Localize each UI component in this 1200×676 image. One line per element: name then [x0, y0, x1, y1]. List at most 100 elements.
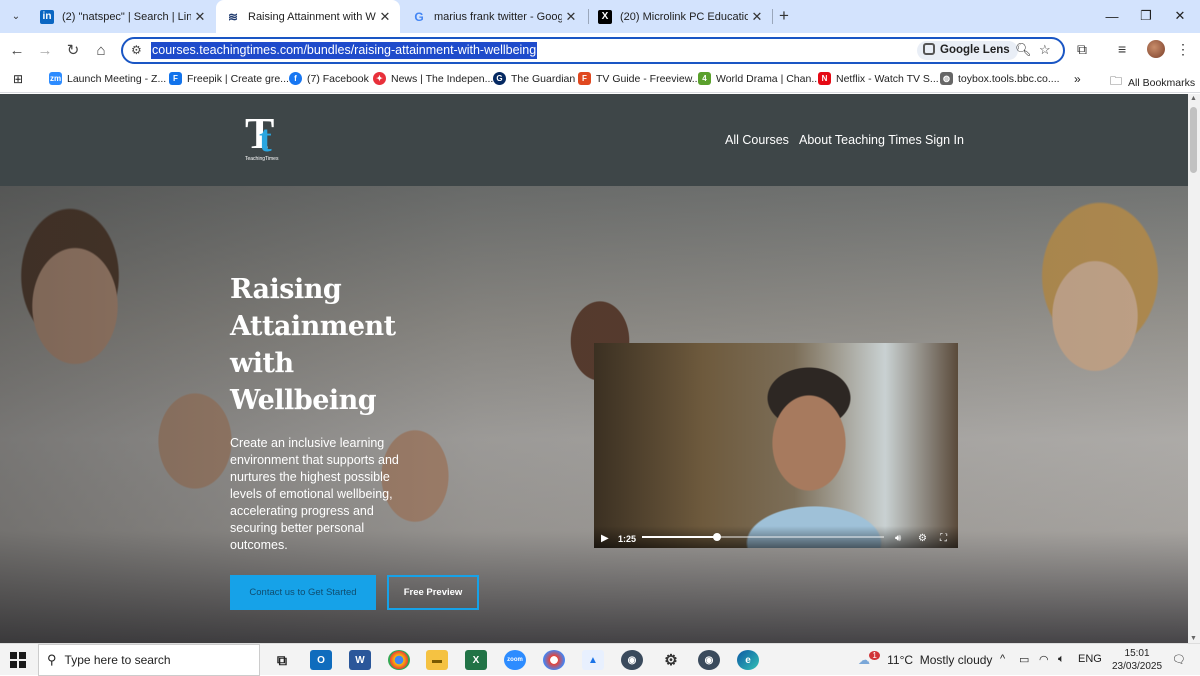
tab-title: (20) Microlink PC Education on — [620, 10, 748, 23]
nav-about-teaching-times[interactable]: About Teaching Times — [799, 133, 922, 147]
bookmark-toybox[interactable]: ◍ toybox.tools.bbc.co.... — [940, 72, 1060, 85]
bookmark-label: Freepik | Create gre... — [187, 72, 289, 85]
task-view-icon[interactable]: ⧉ — [271, 650, 293, 670]
clock[interactable]: 15:01 23/03/2025 — [1112, 647, 1162, 673]
photos-icon[interactable]: ▲ — [582, 650, 604, 670]
tab-linkedin[interactable]: in (2) "natspec" | Search | LinkedIn ✕ — [30, 0, 215, 33]
apps-icon[interactable]: ⊞ — [13, 72, 23, 86]
scroll-up-icon[interactable]: ▲ — [1190, 95, 1197, 102]
settings-icon[interactable]: ⚙ — [918, 533, 927, 544]
zoom-app-icon[interactable]: zoom — [504, 650, 526, 670]
scroll-down-icon[interactable]: ▼ — [1190, 635, 1197, 642]
teachingtimes-logo[interactable]: T t TeachingTimes — [243, 112, 289, 164]
bookmark-facebook[interactable]: f (7) Facebook — [289, 72, 369, 85]
reading-list-icon[interactable]: ≡ — [1118, 41, 1126, 57]
language-indicator[interactable]: ENG — [1078, 653, 1102, 665]
web-page: T t TeachingTimes All Courses About Teac… — [0, 94, 1188, 643]
bookmark-star-icon[interactable]: ☆ — [1039, 42, 1051, 58]
tab-title: (2) "natspec" | Search | LinkedIn — [62, 10, 191, 23]
zoom-magnifier-icon[interactable]: 🔍︎ — [1015, 42, 1032, 58]
outlook-icon[interactable]: O — [310, 650, 332, 670]
x-icon: X — [598, 9, 612, 24]
edge-icon[interactable]: e — [737, 650, 759, 670]
close-tab-icon[interactable]: ✕ — [562, 9, 580, 25]
bookmark-label: News | The Indepen... — [391, 72, 494, 85]
video-progress-bar[interactable] — [642, 533, 884, 541]
free-preview-button[interactable]: Free Preview — [387, 575, 479, 610]
close-tab-icon[interactable]: ✕ — [376, 9, 394, 25]
video-player[interactable]: ▶ 1:25 🔊︎ ⚙ ⛶ — [594, 343, 958, 548]
google-lens-button[interactable]: Google Lens — [917, 41, 1018, 60]
bookmark-guardian[interactable]: G The Guardian — [493, 72, 575, 85]
profile-avatar[interactable] — [1147, 40, 1165, 58]
bookmark-freepik[interactable]: F Freepik | Create gre... — [169, 72, 289, 85]
tab-search-icon[interactable]: ⌄ — [8, 8, 24, 24]
tab-google[interactable]: G marius frank twitter - Google Se ✕ — [402, 0, 586, 33]
video-scrubber[interactable] — [713, 533, 722, 541]
chrome-icon[interactable] — [388, 650, 410, 670]
camera-icon[interactable]: ◉ — [621, 650, 643, 670]
taskbar-search[interactable]: ⚲ Type here to search — [38, 644, 260, 676]
reload-button[interactable]: ↻ — [62, 39, 84, 61]
site-header: T t TeachingTimes All Courses About Teac… — [0, 94, 1188, 186]
back-button[interactable]: ← — [6, 39, 28, 61]
restore-button[interactable]: ❐ — [1133, 4, 1159, 28]
bookmark-netflix[interactable]: N Netflix - Watch TV S... — [818, 72, 939, 85]
settings-gear-icon[interactable]: ⚙ — [660, 650, 682, 670]
wifi-icon[interactable]: ◠ — [1039, 653, 1049, 666]
bookmark-channel4[interactable]: 4 World Drama | Chan... — [698, 72, 820, 85]
weather-text: 11°C Mostly cloudy — [887, 653, 993, 667]
weather-widget[interactable]: ☁ 1 11°C Mostly cloudy — [858, 651, 993, 667]
tab-title: Raising Attainment with Wellbe — [248, 10, 376, 23]
logo-caption: TeachingTimes — [245, 156, 279, 162]
close-tab-icon[interactable]: ✕ — [191, 9, 209, 25]
freepik-icon: F — [169, 72, 182, 85]
video-controls: ▶ 1:25 🔊︎ ⚙ ⛶ — [594, 526, 958, 548]
play-icon[interactable]: ▶ — [601, 533, 609, 544]
windows-start-icon[interactable] — [10, 652, 26, 668]
bookmark-independent[interactable]: ✦ News | The Indepen... — [373, 72, 493, 85]
show-hidden-icons[interactable]: ^ — [1000, 653, 1005, 665]
windows-taskbar: ⚲ Type here to search ⧉ O W ▬ X zoom ▲ ◉… — [0, 643, 1200, 676]
close-window-button[interactable]: ✕ — [1167, 4, 1193, 28]
scroll-thumb[interactable] — [1190, 107, 1197, 173]
forward-button[interactable]: → — [34, 39, 56, 61]
bookmark-zoom[interactable]: zm Launch Meeting - Z... — [49, 72, 166, 85]
page-scrollbar[interactable]: ▲ ▼ — [1188, 94, 1200, 643]
netflix-icon: N — [818, 72, 831, 85]
search-placeholder: Type here to search — [64, 653, 171, 667]
minimize-button[interactable]: — — [1099, 4, 1125, 28]
excel-icon[interactable]: X — [465, 650, 487, 670]
menu-icon[interactable]: ⋮ — [1176, 41, 1190, 58]
fullscreen-icon[interactable]: ⛶ — [940, 533, 947, 544]
volume-icon[interactable]: 🔊︎ — [895, 533, 901, 544]
camera-2-icon[interactable]: ◉ — [698, 650, 720, 670]
url-text[interactable]: courses.teachingtimes.com/bundles/raisin… — [151, 42, 538, 59]
more-bookmarks-icon[interactable]: » — [1074, 72, 1081, 86]
bookmark-label: toybox.tools.bbc.co.... — [958, 72, 1060, 85]
extensions-icon[interactable]: ⧉ — [1077, 41, 1087, 58]
freeview-icon: F — [578, 72, 591, 85]
address-bar[interactable]: ⚙ courses.teachingtimes.com/bundles/rais… — [121, 37, 1065, 64]
independent-icon: ✦ — [373, 72, 386, 85]
contact-button[interactable]: Contact us to Get Started — [230, 575, 376, 610]
home-button[interactable]: ⌂ — [90, 39, 112, 61]
nav-sign-in[interactable]: Sign In — [925, 133, 964, 147]
all-bookmarks[interactable]: 🗀 All Bookmarks — [1110, 72, 1195, 93]
clock-date: 23/03/2025 — [1112, 661, 1163, 672]
bookmark-label: World Drama | Chan... — [716, 72, 821, 85]
close-tab-icon[interactable]: ✕ — [748, 9, 766, 25]
tab-x[interactable]: X (20) Microlink PC Education on ✕ — [588, 0, 772, 33]
notifications-icon[interactable]: 🗨 — [1172, 653, 1186, 666]
word-icon[interactable]: W — [349, 650, 371, 670]
nav-all-courses[interactable]: All Courses — [725, 133, 789, 147]
bookmark-freeview[interactable]: F TV Guide - Freeview... — [578, 72, 700, 85]
file-explorer-icon[interactable]: ▬ — [426, 650, 448, 670]
speaker-icon[interactable]: 🔈︎ — [1058, 653, 1065, 666]
site-info-icon[interactable]: ⚙ — [131, 43, 142, 57]
battery-icon[interactable]: ▭ — [1019, 653, 1029, 666]
chrome-profile-icon[interactable] — [543, 650, 565, 670]
tab-teachingtimes[interactable]: ≋ Raising Attainment with Wellbe ✕ — [216, 0, 400, 33]
new-tab-button[interactable]: + — [779, 6, 789, 26]
hero-title: Raising Attainment with Wellbeing — [230, 274, 396, 416]
